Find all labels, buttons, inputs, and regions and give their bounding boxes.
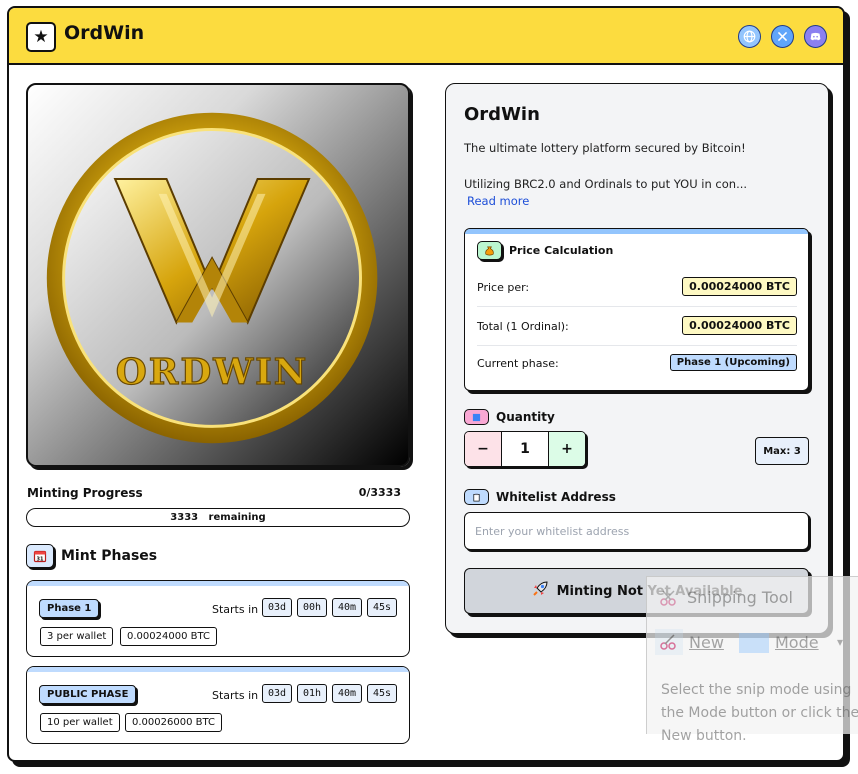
chevron-down-icon[interactable]: ▾ bbox=[837, 635, 843, 649]
snipping-tool-hint: Select the snip mode using the Mode butt… bbox=[661, 682, 858, 744]
phase-price-chip: 0.00024000 BTC bbox=[120, 627, 217, 646]
globe-icon[interactable] bbox=[738, 25, 761, 48]
divider bbox=[477, 306, 797, 307]
price-calculation-card: Price Calculation Price per: 0.00024000 … bbox=[464, 228, 809, 391]
per-wallet-chip: 3 per wallet bbox=[40, 627, 114, 646]
decrement-button[interactable]: − bbox=[465, 432, 502, 466]
brand-title: OrdWin bbox=[64, 22, 145, 44]
increment-button[interactable]: + bbox=[548, 432, 585, 466]
countdown-seconds: 45s bbox=[367, 598, 398, 617]
snip-new-icon bbox=[655, 629, 683, 655]
phase-badge: PUBLIC PHASE bbox=[39, 685, 137, 704]
price-per-label: Price per: bbox=[477, 281, 530, 294]
countdown-hours: 01h bbox=[297, 684, 328, 703]
mint-phases-heading: 31 Mint Phases bbox=[26, 544, 157, 568]
svg-text:ORDWIN: ORDWIN bbox=[116, 352, 309, 393]
whitelist-heading: Whitelist Address bbox=[464, 489, 616, 505]
price-per-row: Price per: 0.00024000 BTC bbox=[477, 277, 797, 303]
panel-title: OrdWin bbox=[464, 104, 540, 125]
quantity-stepper: − 1 + bbox=[464, 431, 586, 467]
header-bar: ★ OrdWin bbox=[9, 8, 843, 65]
phase-card-public: PUBLIC PHASE Starts in 03d 01h 40m 45s 1… bbox=[26, 666, 410, 744]
snip-mode-icon bbox=[739, 633, 769, 653]
number-icon bbox=[464, 409, 489, 425]
read-more-link[interactable]: Read more bbox=[467, 194, 529, 208]
divider bbox=[477, 345, 797, 346]
minting-progress-label: Minting Progress bbox=[27, 486, 143, 500]
svg-text:31: 31 bbox=[37, 557, 44, 563]
hero-logo-image: ORDWIN bbox=[26, 83, 410, 467]
mint-phases-title: Mint Phases bbox=[61, 548, 158, 564]
countdown-seconds: 45s bbox=[367, 684, 398, 703]
current-phase-label: Current phase: bbox=[477, 357, 559, 370]
countdown-days: 03d bbox=[262, 598, 293, 617]
star-logo-icon[interactable]: ★ bbox=[26, 22, 56, 52]
panel-description: Utilizing BRC2.0 and Ordinals to put YOU… bbox=[464, 177, 748, 191]
per-wallet-chip: 10 per wallet bbox=[40, 713, 120, 732]
phase-card-1: Phase 1 Starts in 03d 00h 40m 45s 3 per … bbox=[26, 580, 410, 657]
discord-icon[interactable] bbox=[804, 25, 827, 48]
countdown-days: 03d bbox=[262, 684, 293, 703]
max-quantity-badge: Max: 3 bbox=[755, 437, 809, 465]
countdown-minutes: 40m bbox=[332, 598, 363, 617]
phase-price-chip: 0.00026000 BTC bbox=[125, 713, 222, 732]
quantity-heading: Quantity bbox=[464, 409, 555, 425]
countdown-hours: 00h bbox=[297, 598, 328, 617]
progress-remaining-text: 3333 remaining bbox=[170, 512, 266, 523]
x-icon[interactable] bbox=[771, 25, 794, 48]
snip-mode-button[interactable]: Mode bbox=[775, 633, 819, 652]
current-phase-row: Current phase: Phase 1 (Upcoming) bbox=[477, 354, 797, 378]
price-calc-title: Price Calculation bbox=[509, 244, 614, 257]
mint-panel: OrdWin The ultimate lottery platform sec… bbox=[445, 83, 829, 634]
panel-tagline: The ultimate lottery platform secured by… bbox=[464, 141, 746, 155]
snipping-tool-title: Snipping Tool bbox=[687, 588, 793, 607]
snipping-tool-window: Snipping Tool New Mode ▾ Select the snip… bbox=[646, 576, 858, 744]
quantity-value[interactable]: 1 bbox=[502, 432, 548, 466]
total-label: Total (1 Ordinal): bbox=[477, 320, 569, 333]
whitelist-address-input[interactable] bbox=[464, 512, 809, 550]
clipboard-icon bbox=[464, 489, 489, 505]
whitelist-label: Whitelist Address bbox=[496, 490, 616, 504]
total-row: Total (1 Ordinal): 0.00024000 BTC bbox=[477, 316, 797, 342]
money-bag-icon bbox=[477, 241, 502, 260]
starts-in-label: Starts in bbox=[212, 689, 259, 702]
starts-in-label: Starts in bbox=[212, 603, 259, 616]
minting-progress-count: 0/3333 bbox=[358, 486, 401, 499]
price-per-value: 0.00024000 BTC bbox=[682, 277, 797, 296]
price-calc-heading: Price Calculation bbox=[477, 241, 613, 260]
snip-new-button[interactable]: New bbox=[689, 633, 724, 652]
calendar-icon: 31 bbox=[26, 544, 54, 568]
current-phase-badge: Phase 1 (Upcoming) bbox=[669, 354, 797, 371]
quantity-label: Quantity bbox=[496, 410, 555, 424]
countdown-minutes: 40m bbox=[332, 684, 363, 703]
phase-badge: Phase 1 bbox=[39, 599, 100, 618]
total-value: 0.00024000 BTC bbox=[682, 316, 797, 335]
snipping-tool-icon bbox=[659, 589, 679, 607]
rocket-icon bbox=[531, 580, 549, 602]
minting-progress-bar: 3333 remaining bbox=[26, 508, 410, 527]
